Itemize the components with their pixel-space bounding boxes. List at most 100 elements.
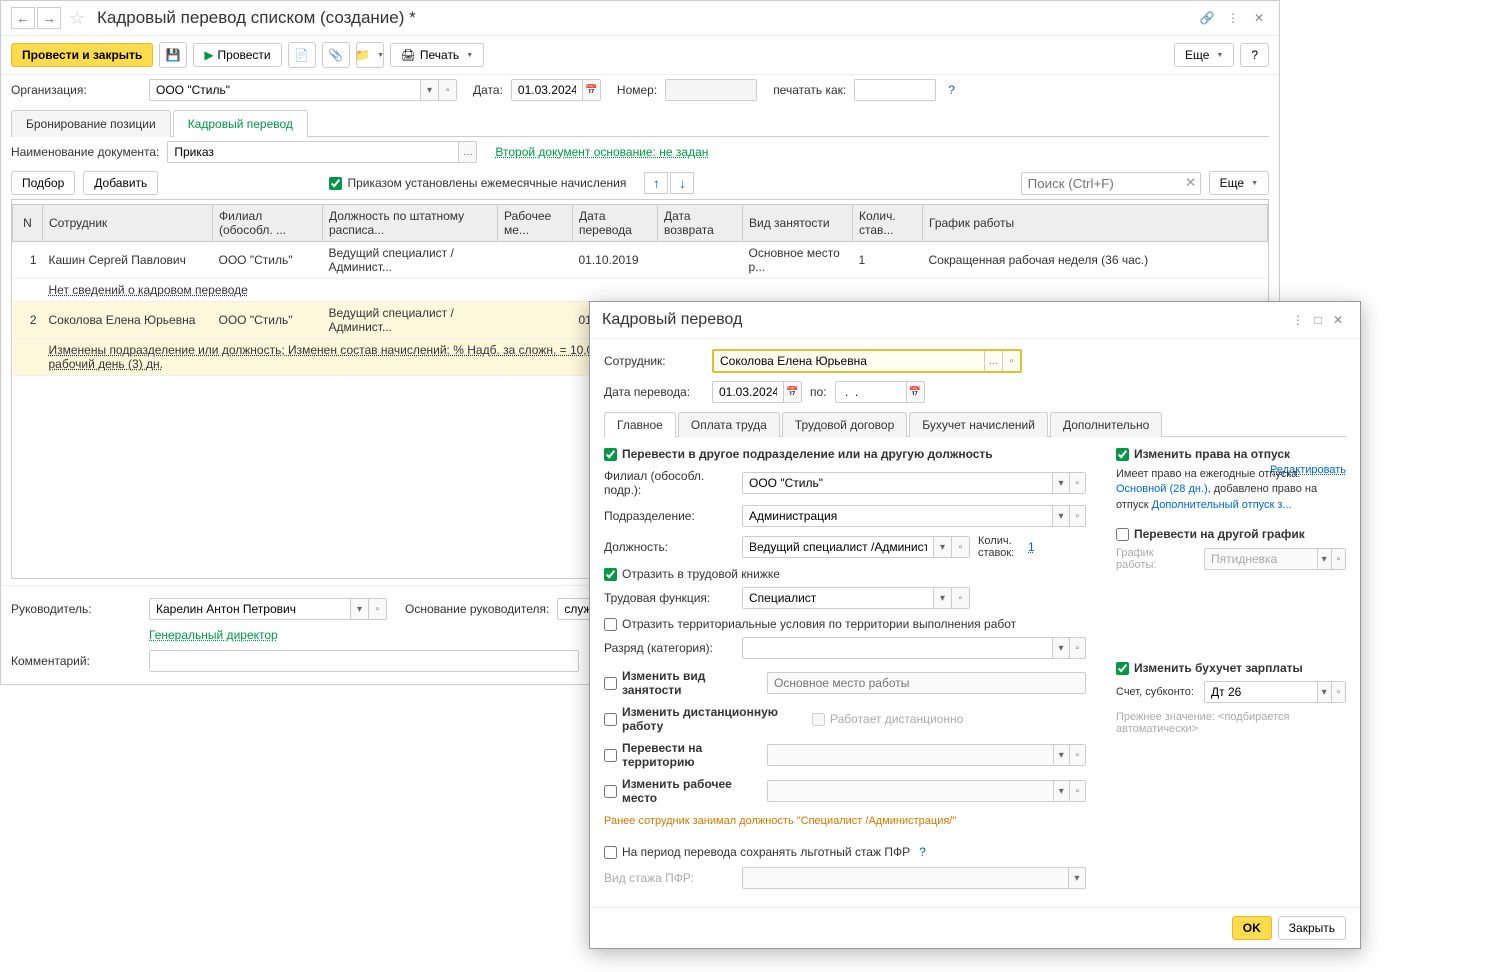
position-open-icon[interactable]: ▫ <box>951 537 969 557</box>
second-doc-link[interactable]: Второй документ основание: не задан <box>495 145 708 159</box>
post-button[interactable]: ▶ Провести <box>193 43 281 67</box>
function-input[interactable] <box>743 588 933 608</box>
popup-tab-contract[interactable]: Трудовой договор <box>782 412 907 437</box>
transfer-date-calendar-icon[interactable]: 📅 <box>783 382 801 402</box>
org-open-icon[interactable]: ▫ <box>438 80 456 100</box>
col-return-date[interactable]: Дата возврата <box>658 205 743 242</box>
calendar-icon[interactable]: 📅 <box>582 80 600 100</box>
dept-dropdown-icon[interactable]: ▾ <box>1052 506 1068 526</box>
employee-open-icon[interactable]: ▫ <box>1002 351 1020 371</box>
account-open-icon[interactable]: ▫ <box>1331 682 1345 702</box>
accounting-checkbox[interactable] <box>1116 662 1129 675</box>
org-dropdown-icon[interactable]: ▾ <box>420 80 438 100</box>
account-input[interactable] <box>1205 682 1317 702</box>
print-button[interactable]: 🖨 Печать <box>390 43 484 67</box>
pick-button[interactable]: Подбор <box>11 171 75 195</box>
rate-link[interactable]: 1 <box>1028 540 1035 554</box>
pfr-help-icon[interactable]: ? <box>919 845 926 859</box>
col-schedule[interactable]: График работы <box>923 205 1268 242</box>
popup-tab-payment[interactable]: Оплата труда <box>678 412 780 437</box>
reflect-checkbox[interactable] <box>604 568 617 581</box>
help-button[interactable]: ? <box>1240 43 1269 67</box>
move-down-button[interactable]: ↓ <box>670 172 694 194</box>
back-button[interactable]: ← <box>11 7 35 29</box>
help-icon[interactable]: ? <box>948 83 955 97</box>
col-employment[interactable]: Вид занятости <box>743 205 853 242</box>
category-dropdown-icon[interactable]: ▾ <box>1052 638 1068 658</box>
close-button[interactable]: Закрыть <box>1278 916 1346 940</box>
print-as-input[interactable] <box>855 80 935 100</box>
col-position[interactable]: Должность по штатному расписа... <box>323 205 498 242</box>
popup-tab-accounting[interactable]: Бухучет начислений <box>909 412 1048 437</box>
document-icon-button[interactable]: 📄 <box>288 42 316 68</box>
attach-button[interactable]: 📎 <box>322 42 350 68</box>
vacation-main-link[interactable]: Основной (28 дн.) <box>1116 483 1208 495</box>
move-up-button[interactable]: ↑ <box>644 172 668 194</box>
manager-open-icon[interactable]: ▫ <box>368 599 386 619</box>
save-button[interactable]: 💾 <box>159 42 187 68</box>
function-dropdown-icon[interactable]: ▾ <box>933 588 951 608</box>
to-date-calendar-icon[interactable]: 📅 <box>906 382 924 402</box>
category-input[interactable] <box>743 638 1052 658</box>
branch-dropdown-icon[interactable]: ▾ <box>1052 473 1068 493</box>
popup-maximize-icon[interactable]: □ <box>1308 310 1328 330</box>
employee-input[interactable] <box>714 351 984 371</box>
more-table-button[interactable]: Еще <box>1209 171 1269 195</box>
transfer-date-input[interactable] <box>713 382 783 402</box>
table-row[interactable]: 1 Кашин Сергей Павлович ООО "Стиль" Веду… <box>13 242 1268 279</box>
date-input[interactable] <box>512 80 582 100</box>
add-button[interactable]: Добавить <box>83 171 158 195</box>
account-dropdown-icon[interactable]: ▾ <box>1317 682 1331 702</box>
doc-name-input[interactable] <box>168 142 458 162</box>
col-n[interactable]: N <box>13 205 43 242</box>
comment-input[interactable] <box>150 651 578 671</box>
popup-tab-additional[interactable]: Дополнительно <box>1050 412 1162 437</box>
forward-button[interactable]: → <box>37 7 61 29</box>
tab-transfer[interactable]: Кадровый перевод <box>173 110 308 137</box>
dept-open-icon[interactable]: ▫ <box>1069 506 1085 526</box>
branch-open-icon[interactable]: ▫ <box>1069 473 1085 493</box>
territorial-checkbox[interactable] <box>604 618 617 631</box>
category-open-icon[interactable]: ▫ <box>1069 638 1085 658</box>
manager-dropdown-icon[interactable]: ▾ <box>350 599 368 619</box>
search-input[interactable] <box>1022 173 1182 194</box>
pfr-checkbox[interactable] <box>604 846 617 859</box>
folder-button[interactable]: 📁 <box>356 42 384 68</box>
workplace-checkbox[interactable] <box>604 785 617 798</box>
close-icon[interactable]: ✕ <box>1249 8 1269 28</box>
clear-search-icon[interactable]: ✕ <box>1182 173 1200 194</box>
position-input[interactable] <box>743 537 933 557</box>
popup-more-icon[interactable]: ⋮ <box>1288 310 1308 330</box>
popup-close-icon[interactable]: ✕ <box>1328 310 1348 330</box>
post-and-close-button[interactable]: Провести и закрыть <box>11 43 153 67</box>
more-icon[interactable]: ⋮ <box>1223 8 1243 28</box>
function-open-icon[interactable]: ▫ <box>951 588 969 608</box>
col-branch[interactable]: Филиал (обособл. ... <box>213 205 323 242</box>
employee-ellipsis-icon[interactable]: … <box>984 351 1002 371</box>
position-dropdown-icon[interactable]: ▾ <box>933 537 951 557</box>
col-workplace[interactable]: Рабочее ме... <box>498 205 573 242</box>
branch-input[interactable] <box>743 473 1052 493</box>
to-date-input[interactable] <box>836 382 906 402</box>
favorite-star-icon[interactable]: ☆ <box>69 8 89 28</box>
vacation-additional-link[interactable]: Дополнительный отпуск з... <box>1152 499 1292 511</box>
schedule-checkbox[interactable] <box>1116 528 1129 541</box>
col-rate[interactable]: Колич. став... <box>853 205 923 242</box>
doc-name-ellipsis-icon[interactable]: … <box>458 142 476 162</box>
col-transfer-date[interactable]: Дата перевода <box>573 205 658 242</box>
link-icon[interactable]: 🔗 <box>1197 8 1217 28</box>
transfer-checkbox[interactable] <box>604 448 617 461</box>
manager-input[interactable] <box>150 599 350 619</box>
popup-tab-main[interactable]: Главное <box>604 412 676 437</box>
number-input[interactable] <box>666 80 756 100</box>
dept-input[interactable] <box>743 506 1052 526</box>
col-employee[interactable]: Сотрудник <box>43 205 213 242</box>
manager-position-link[interactable]: Генеральный директор <box>149 628 278 642</box>
ok-button[interactable]: OK <box>1232 916 1272 940</box>
remote-checkbox[interactable] <box>604 713 617 726</box>
tab-booking[interactable]: Бронирование позиции <box>11 110 171 137</box>
no-info-link[interactable]: Нет сведений о кадровом переводе <box>49 283 248 297</box>
monthly-checkbox[interactable] <box>329 177 342 190</box>
more-button[interactable]: Еще <box>1174 43 1234 67</box>
org-input[interactable] <box>150 80 420 100</box>
